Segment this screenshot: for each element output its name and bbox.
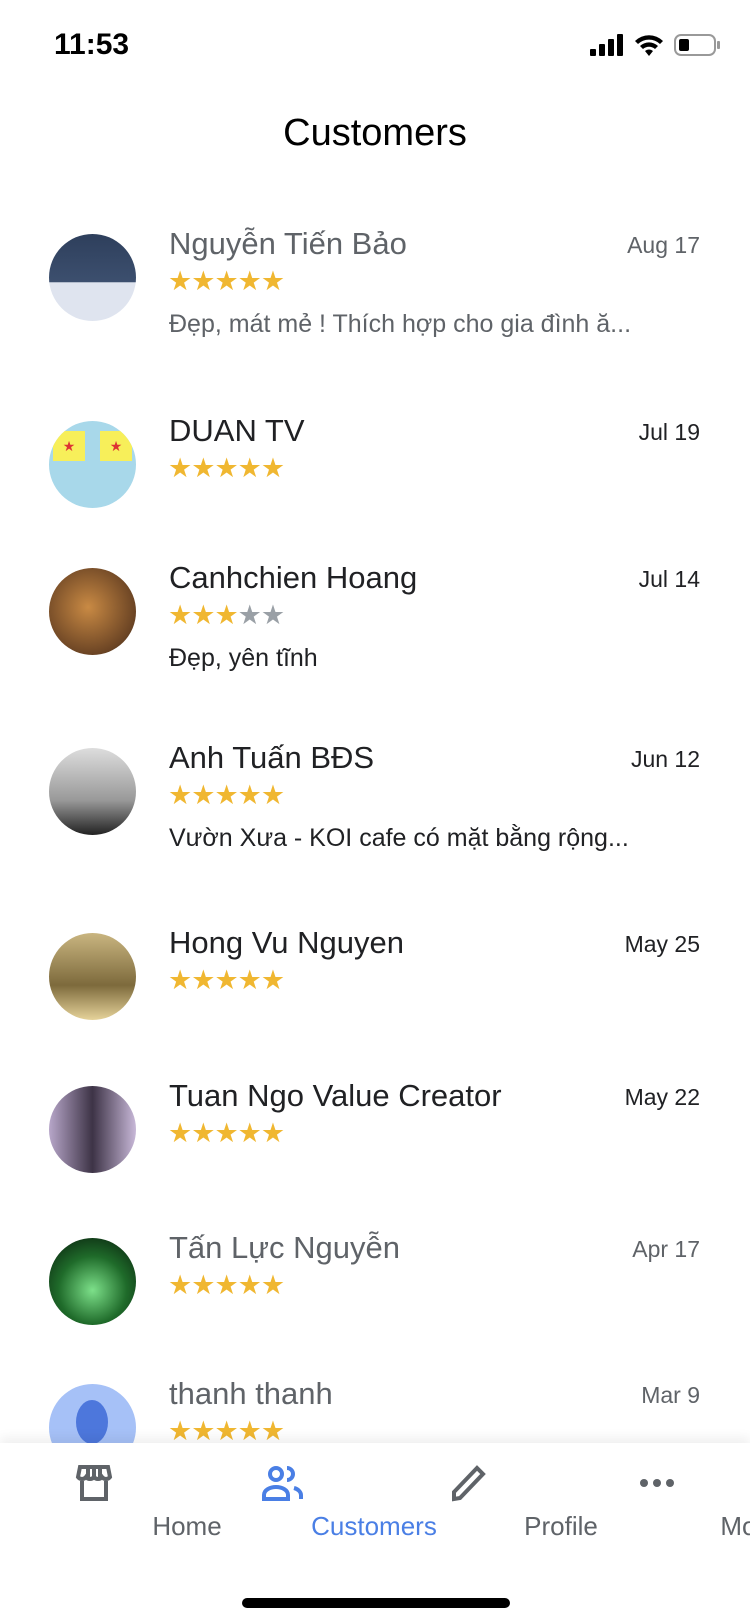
star-icon: ★ [191,266,215,296]
star-rating: ★★★★★ [168,266,285,297]
customer-list-item[interactable]: Tấn Lực Nguyễn Apr 17 ★★★★★ [0,1230,750,1380]
pencil-icon [451,1465,486,1502]
star-icon: ★ [237,1118,262,1148]
star-rating: ★★★★★ [168,965,285,996]
customer-list-item[interactable]: Canhchien Hoang Jul 14 ★★★★★ Đẹp, yên tĩnh [0,560,750,710]
customer-name: Canhchien Hoang [169,560,418,595]
customer-list-item[interactable]: Tuan Ngo Value Creator May 22 ★★★★★ [0,1078,750,1228]
star-icon: ★ [214,780,238,810]
review-text: Đẹp, yên tĩnh [169,644,318,672]
review-date: Apr 17 [632,1236,700,1262]
star-icon: ★ [168,1118,192,1148]
customer-list-item[interactable]: Anh Tuấn BĐS Jun 12 ★★★★★ Vườn Xưa - KOI ca… [0,740,750,890]
star-icon: ★ [191,1270,215,1300]
avatar [49,933,136,1020]
avatar [49,1086,136,1173]
customer-name: Hong Vu Nguyen [169,925,404,960]
battery-icon [674,34,720,56]
star-icon: ★ [237,1416,262,1446]
wifi-icon [635,35,663,56]
star-icon: ★ [168,600,192,630]
star-rating: ★★★★★ [168,780,285,811]
star-rating: ★★★★★ [168,1270,285,1301]
page-title: Customers [283,112,467,154]
home-indicator[interactable] [242,1598,510,1608]
star-icon: ★ [168,1416,192,1446]
review-text: Vườn Xưa - KOI cafe có mặt bằng rộng... [169,824,629,852]
star-icon: ★ [168,266,192,296]
star-icon: ★ [260,1416,285,1446]
star-icon: ★ [191,780,215,810]
review-date: Jul 19 [638,419,700,445]
customer-name: Nguyễn Tiến Bảo [169,226,407,261]
star-icon: ★ [168,453,192,483]
avatar [49,748,136,835]
star-icon: ★ [237,453,262,483]
star-icon: ★ [191,1118,215,1148]
tab-home[interactable]: Home [0,1443,222,1563]
signal-icon [590,34,623,56]
customer-list-item[interactable]: ★ ★ DUAN TV Jul 19 ★★★★★ [0,413,750,563]
star-icon: ★ [191,1416,215,1446]
review-date: Jul 14 [638,566,700,592]
star-icon: ★ [237,1270,262,1300]
star-icon: ★ [191,600,215,630]
review-date: Jun 12 [630,746,700,772]
customer-name: Tuan Ngo Value Creator [169,1078,502,1113]
star-icon: ★ [260,266,285,296]
star-rating: ★★★★★ [168,453,285,484]
customer-list-item[interactable]: Nguyễn Tiến Bảo Aug 17 ★★★★★ Đẹp, mát mẻ ! … [0,226,750,376]
people-icon [261,1466,303,1501]
star-icon: ★ [214,1118,238,1148]
star-icon: ★ [168,965,192,995]
star-icon: ★ [237,600,262,630]
customer-name: DUAN TV [169,413,305,448]
customer-name: Tấn Lực Nguyễn [169,1230,400,1265]
avatar: ★ ★ [49,421,136,508]
status-time: 11:53 [54,28,130,61]
star-icon: ★ [191,965,215,995]
review-date: May 25 [624,931,700,957]
star-icon: ★ [237,780,262,810]
avatar [49,234,136,321]
star-icon: ★ [168,1270,192,1300]
star-icon: ★ [260,600,285,630]
status-bar: 11:53 [0,0,750,90]
star-icon: ★ [237,965,262,995]
star-icon: ★ [214,1416,238,1446]
customer-name: thanh thanh [169,1376,333,1411]
star-icon: ★ [214,453,238,483]
star-icon: ★ [214,600,238,630]
star-icon: ★ [260,1270,285,1300]
avatar [49,1238,136,1325]
star-icon: ★ [260,780,285,810]
star-icon: ★ [260,965,285,995]
customer-list-item[interactable]: Hong Vu Nguyen May 25 ★★★★★ [0,925,750,1075]
star-icon: ★ [168,780,192,810]
star-rating: ★★★★★ [168,1118,285,1149]
star-icon: ★ [214,266,238,296]
review-date: Aug 17 [627,232,700,258]
star-icon: ★ [237,266,262,296]
avatar [49,568,136,655]
tab-more[interactable]: More [563,1443,750,1563]
bottom-nav: Home Customers Profile More [0,1443,750,1624]
more-dots-icon [639,1479,674,1487]
star-icon: ★ [260,453,285,483]
star-icon: ★ [214,965,238,995]
review-text: Đẹp, mát mẻ ! Thích hợp cho gia đình ă..… [169,310,632,338]
storefront-icon [75,1465,112,1501]
star-rating: ★★★★★ [168,600,285,631]
star-icon: ★ [260,1118,285,1148]
tab-customers[interactable]: Customers [187,1443,437,1563]
tab-profile[interactable]: Profile [374,1443,598,1563]
star-icon: ★ [191,453,215,483]
review-date: May 22 [624,1084,700,1110]
tab-label: More [720,1511,750,1541]
review-date: Mar 9 [641,1382,700,1408]
star-icon: ★ [214,1270,238,1300]
customer-name: Anh Tuấn BĐS [169,740,375,775]
